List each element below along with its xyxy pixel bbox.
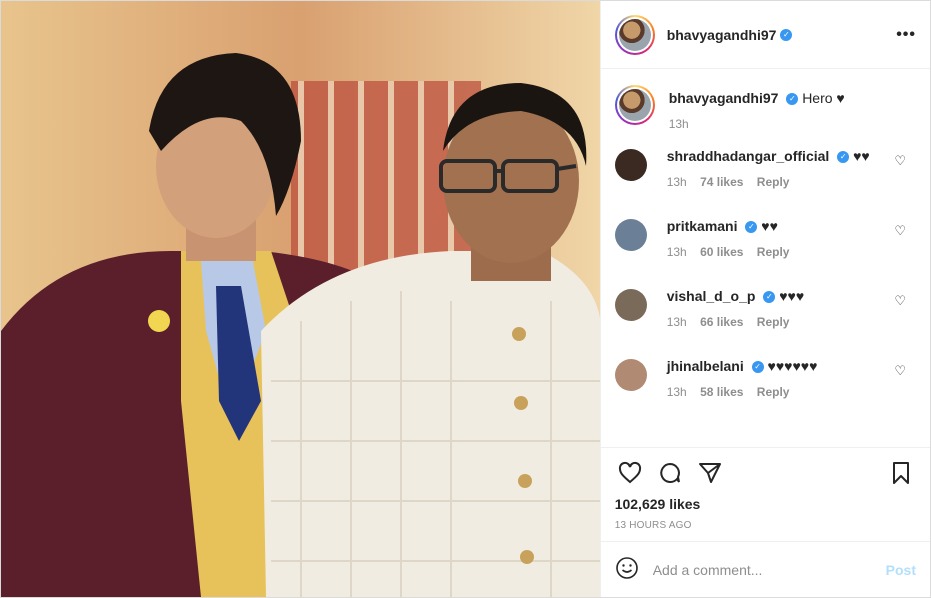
post-photo[interactable] <box>1 1 600 597</box>
more-options-icon[interactable]: ••• <box>896 26 916 44</box>
reply-button[interactable]: Reply <box>757 245 790 259</box>
like-comment-heart-icon[interactable]: ♡ <box>894 363 906 379</box>
post-sidebar: bhavyagandhi97 ✓ ••• bhavyagandhi97 ✓ He… <box>599 1 930 597</box>
comment-avatar[interactable] <box>614 359 647 391</box>
verified-badge-icon: ✓ <box>786 93 799 106</box>
comment-username[interactable]: vishal_d_o_p <box>667 288 756 304</box>
add-comment-bar: Post <box>600 541 930 597</box>
comment-username[interactable]: shraddhadangar_official <box>667 148 830 164</box>
verified-badge-icon: ✓ <box>837 151 850 164</box>
caption-time[interactable]: 13h <box>669 117 689 131</box>
comment-likes[interactable]: 58 likes <box>700 385 743 399</box>
comment-item: vishal_d_o_p ✓ ♥♥♥ 13h 66 likes Reply ♡ <box>614 283 916 353</box>
like-heart-icon[interactable] <box>615 458 645 488</box>
comment-bubble-icon[interactable] <box>655 458 685 488</box>
photo-illustration <box>1 1 600 597</box>
comment-username[interactable]: pritkamani <box>667 218 738 234</box>
like-comment-heart-icon[interactable]: ♡ <box>894 223 906 239</box>
comment-avatar[interactable] <box>614 289 647 321</box>
comment-time[interactable]: 13h <box>667 315 687 329</box>
caption-line: bhavyagandhi97 ✓ Hero ♥ <box>669 89 845 107</box>
comment-item: shraddhadangar_official ✓ ♥♥ 13h 74 like… <box>614 143 916 213</box>
comment-likes[interactable]: 66 likes <box>700 315 743 329</box>
comment-likes[interactable]: 74 likes <box>700 175 743 189</box>
comments-list: bhavyagandhi97 ✓ Hero ♥ 13h shraddhadang… <box>601 69 930 447</box>
likes-count[interactable]: 102,629 likes <box>615 496 916 512</box>
comment-item: pritkamani ✓ ♥♥ 13h 60 likes Reply ♡ <box>614 213 916 283</box>
emoji-icon[interactable] <box>615 556 639 583</box>
comment-avatar[interactable] <box>614 149 647 181</box>
comment-time[interactable]: 13h <box>667 385 687 399</box>
like-comment-heart-icon[interactable]: ♡ <box>894 153 906 169</box>
add-comment-input[interactable] <box>652 561 886 578</box>
post-header: bhavyagandhi97 ✓ ••• <box>600 1 930 69</box>
like-comment-heart-icon[interactable]: ♡ <box>894 293 906 309</box>
verified-badge-icon: ✓ <box>745 221 758 234</box>
caption-avatar[interactable] <box>614 85 655 125</box>
share-send-icon[interactable] <box>695 458 725 488</box>
post-caption: bhavyagandhi97 ✓ Hero ♥ 13h <box>614 85 916 131</box>
instagram-post: bhavyagandhi97 ✓ ••• bhavyagandhi97 ✓ He… <box>0 0 931 598</box>
post-actions: 102,629 likes 13 HOURS AGO <box>600 447 930 541</box>
verified-badge-icon: ✓ <box>751 361 764 374</box>
comment-likes[interactable]: 60 likes <box>700 245 743 259</box>
comment-username[interactable]: jhinalbelani <box>667 358 744 374</box>
comment-item: jhinalbelani ✓ ♥♥♥♥♥♥ 13h 58 likes Reply… <box>614 353 916 423</box>
comment-time[interactable]: 13h <box>667 175 687 189</box>
comment-text: ♥♥♥ <box>779 288 805 304</box>
verified-badge-icon: ✓ <box>780 28 793 41</box>
comment-text: ♥♥♥♥♥♥ <box>767 358 818 374</box>
comment-time[interactable]: 13h <box>667 245 687 259</box>
comment-text: ♥♥ <box>853 148 870 164</box>
post-time[interactable]: 13 HOURS AGO <box>615 520 916 531</box>
author-avatar[interactable] <box>614 14 655 55</box>
reply-button[interactable]: Reply <box>757 315 790 329</box>
reply-button[interactable]: Reply <box>757 385 790 399</box>
comment-avatar[interactable] <box>614 219 647 251</box>
verified-badge-icon: ✓ <box>763 291 776 304</box>
post-comment-button[interactable]: Post <box>886 562 916 578</box>
comment-text: ♥♥ <box>761 218 778 234</box>
caption-text: Hero ♥ <box>802 90 845 106</box>
bookmark-icon[interactable] <box>886 458 916 488</box>
caption-username[interactable]: bhavyagandhi97 <box>669 90 779 106</box>
author-username[interactable]: bhavyagandhi97 <box>667 27 777 43</box>
reply-button[interactable]: Reply <box>757 175 790 189</box>
